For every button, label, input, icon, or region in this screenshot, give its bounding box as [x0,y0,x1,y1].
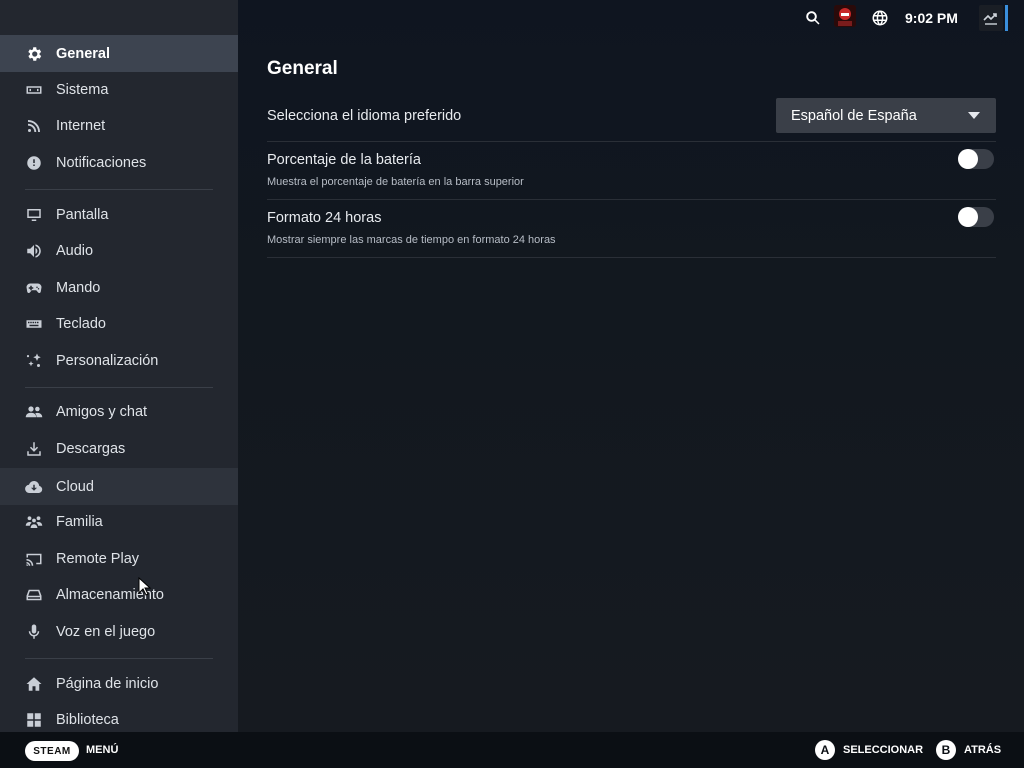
keyboard-icon [25,315,43,333]
sidebar-item-voz[interactable]: Voz en el juego [0,614,238,650]
settings-sidebar: General Sistema Internet Notificaciones … [0,0,238,732]
battery-description: Muestra el porcentaje de batería en la b… [267,176,524,188]
sidebar-item-label: Cloud [56,478,94,495]
clock-format-row: Formato 24 horas Mostrar siempre las mar… [267,200,996,258]
sidebar-item-mando[interactable]: Mando [0,270,238,306]
grid-icon [25,711,43,729]
sidebar-item-label: Audio [56,243,94,259]
globe-icon[interactable] [871,9,889,27]
language-dropdown[interactable]: Español de España [776,98,996,133]
a-button-icon[interactable]: A [815,740,835,760]
sidebar-item-pantalla[interactable]: Pantalla [0,197,238,233]
sidebar-item-teclado[interactable]: Teclado [0,306,238,342]
sidebar-item-label: General [56,45,110,62]
sidebar-item-label: Internet [56,118,106,134]
sidebar-item-descargas[interactable]: Descargas [0,431,238,467]
page-title: General [267,58,338,79]
sidebar-divider [25,658,213,659]
family-icon [25,513,43,531]
back-label: ATRÁS [964,744,1002,756]
downloads-icon[interactable] [979,5,1003,31]
clock-format-toggle[interactable] [958,207,994,227]
cloud-icon [25,478,43,496]
language-row: Selecciona el idioma preferido Español d… [267,96,996,142]
sidebar-item-label: Familia [56,514,103,530]
cast-icon [25,550,43,568]
sidebar-item-sistema[interactable]: Sistema [0,72,238,108]
sidebar-item-biblioteca[interactable]: Biblioteca [0,702,238,732]
b-button-icon[interactable]: B [936,740,956,760]
speaker-icon [25,242,43,260]
clock: 9:02 PM [905,10,958,26]
sidebar-item-notificaciones[interactable]: Notificaciones [0,145,238,181]
search-icon[interactable] [804,9,822,27]
menu-label: MENÚ [86,744,119,756]
friends-icon [25,403,43,421]
avatar[interactable] [834,5,856,27]
sidebar-item-audio[interactable]: Audio [0,233,238,269]
sparkle-icon [25,352,43,370]
sidebar-item-inicio[interactable]: Página de inicio [0,666,238,702]
sidebar-item-familia[interactable]: Familia [0,504,238,540]
battery-label: Porcentaje de la batería [267,152,421,168]
wifi-icon [25,117,43,135]
sidebar-item-label: Voz en el juego [56,624,156,640]
sidebar-item-label: Teclado [56,316,106,332]
sidebar-item-cloud[interactable]: Cloud [0,468,238,505]
alert-icon [25,154,43,172]
mouse-cursor-icon [138,577,152,596]
battery-row: Porcentaje de la batería Muestra el porc… [267,142,996,200]
gear-icon [25,45,43,63]
sidebar-item-label: Biblioteca [56,712,119,728]
download-icon [25,440,43,458]
settings-panel: 9:02 PM General Selecciona el idioma pre… [238,0,1024,732]
microphone-icon [25,623,43,641]
sidebar-item-label: Mando [56,280,101,296]
chevron-down-icon [968,112,980,119]
sidebar-item-label: Notificaciones [56,155,147,171]
sidebar-item-label: Sistema [56,82,109,98]
sidebar-item-general[interactable]: General [0,35,238,72]
battery-toggle[interactable] [958,149,994,169]
home-icon [25,675,43,693]
sidebar-item-label: Página de inicio [56,676,159,692]
sidebar-divider [25,387,213,388]
sidebar-item-label: Amigos y chat [56,404,148,420]
sidebar-item-label: Descargas [56,441,126,457]
footer-bar: STEAM MENÚ A SELECCIONAR B ATRÁS [0,732,1024,768]
download-progress-bar [1005,5,1008,31]
sidebar-item-label: Remote Play [56,551,140,567]
sidebar-item-amigos[interactable]: Amigos y chat [0,394,238,430]
sidebar-item-label: Personalización [56,353,159,369]
sidebar-item-label: Pantalla [56,207,109,223]
language-value: Español de España [791,107,917,124]
system-icon [25,81,43,99]
storage-icon [25,586,43,604]
toggle-knob [958,149,978,169]
sidebar-item-almacenamiento[interactable]: Almacenamiento [0,577,238,613]
clock-format-label: Formato 24 horas [267,210,382,226]
select-label: SELECCIONAR [843,744,924,756]
sidebar-divider [25,189,213,190]
steam-button[interactable]: STEAM [25,741,79,761]
gamepad-icon [25,279,43,297]
sidebar-item-internet[interactable]: Internet [0,108,238,144]
clock-format-description: Mostrar siempre las marcas de tiempo en … [267,234,556,246]
toggle-knob [958,207,978,227]
sidebar-item-personalizacion[interactable]: Personalización [0,343,238,379]
monitor-icon [25,206,43,224]
sidebar-item-remote-play[interactable]: Remote Play [0,541,238,577]
language-label: Selecciona el idioma preferido [267,108,462,124]
